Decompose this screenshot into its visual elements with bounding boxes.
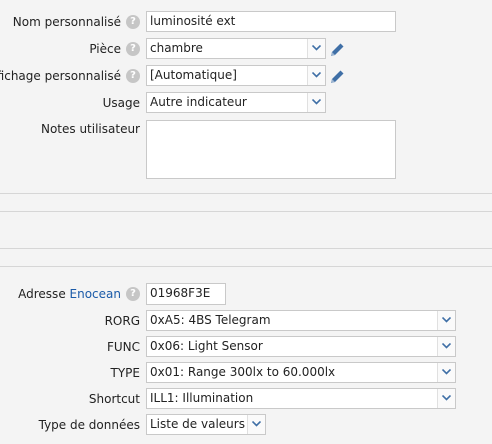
func-row: FUNC 0x06: Light Sensor xyxy=(0,335,492,359)
datatype-label: Type de données xyxy=(38,418,140,432)
address-input[interactable]: 01968F3E xyxy=(146,283,226,305)
usage-row: Usage Autre indicateur xyxy=(0,91,492,115)
pencil-icon[interactable] xyxy=(329,68,346,85)
usage-select[interactable]: Autre indicateur xyxy=(146,92,326,113)
func-select[interactable]: 0x06: Light Sensor xyxy=(146,336,456,357)
usage-label: Usage xyxy=(102,96,140,110)
help-icon[interactable]: ? xyxy=(126,287,140,301)
help-icon[interactable]: ? xyxy=(126,15,140,29)
room-select[interactable]: chambre xyxy=(146,38,326,59)
rorg-label: RORG xyxy=(104,314,140,328)
chevron-down-icon[interactable] xyxy=(307,66,325,85)
rorg-row: RORG 0xA5: 4BS Telegram xyxy=(0,309,492,333)
display-label: Affichage personnalisé xyxy=(0,69,121,83)
address-row: Adresse Enocean ? 01968F3E xyxy=(0,282,492,306)
chevron-down-icon[interactable] xyxy=(437,389,455,408)
chevron-down-icon[interactable] xyxy=(307,39,325,58)
chevron-down-icon[interactable] xyxy=(437,337,455,356)
room-select-value: chambre xyxy=(150,41,203,55)
shortcut-select-value: ILL1: Illumination xyxy=(150,391,254,405)
address-label: Adresse Enocean xyxy=(18,282,121,306)
divider xyxy=(0,193,492,194)
room-label: Pièce xyxy=(89,42,121,56)
datatype-row: Type de données Liste de valeurs xyxy=(0,413,492,437)
chevron-down-icon[interactable] xyxy=(247,415,265,434)
room-row: Pièce ? chambre xyxy=(0,37,492,61)
type-row: TYPE 0x01: Range 300lx to 60.000lx xyxy=(0,361,492,385)
chevron-down-icon[interactable] xyxy=(437,363,455,382)
display-select[interactable]: [Automatique] xyxy=(146,65,326,86)
name-label: Nom personnalisé xyxy=(12,15,121,29)
type-label: TYPE xyxy=(110,366,140,380)
rorg-select-value: 0xA5: 4BS Telegram xyxy=(150,313,271,327)
usage-select-value: Autre indicateur xyxy=(150,95,247,109)
type-select[interactable]: 0x01: Range 300lx to 60.000lx xyxy=(146,362,456,383)
notes-label: Notes utilisateur xyxy=(40,122,140,136)
display-row: Affichage personnalisé ? [Automatique] xyxy=(0,64,492,88)
name-row: Nom personnalisé ? luminosité ext xyxy=(0,10,492,34)
func-label: FUNC xyxy=(106,340,140,354)
help-icon[interactable]: ? xyxy=(126,69,140,83)
shortcut-row: Shortcut ILL1: Illumination xyxy=(0,387,492,411)
address-label-prefix: Adresse xyxy=(18,287,66,301)
datatype-select[interactable]: Liste de valeurs xyxy=(146,414,266,435)
shortcut-select[interactable]: ILL1: Illumination xyxy=(146,388,456,409)
help-icon[interactable]: ? xyxy=(126,42,140,56)
divider xyxy=(0,248,492,249)
chevron-down-icon[interactable] xyxy=(437,311,455,330)
func-select-value: 0x06: Light Sensor xyxy=(150,339,263,353)
display-select-value: [Automatique] xyxy=(150,68,237,82)
name-input[interactable]: luminosité ext xyxy=(146,11,396,32)
chevron-down-icon[interactable] xyxy=(307,93,325,112)
datatype-select-value: Liste de valeurs xyxy=(150,417,245,431)
rorg-select[interactable]: 0xA5: 4BS Telegram xyxy=(146,310,456,331)
pencil-icon[interactable] xyxy=(329,41,346,58)
divider xyxy=(0,266,492,267)
notes-textarea[interactable] xyxy=(146,120,396,179)
type-select-value: 0x01: Range 300lx to 60.000lx xyxy=(150,365,336,379)
divider xyxy=(0,211,492,212)
enocean-link[interactable]: Enocean xyxy=(70,287,121,301)
shortcut-label: Shortcut xyxy=(88,392,140,406)
